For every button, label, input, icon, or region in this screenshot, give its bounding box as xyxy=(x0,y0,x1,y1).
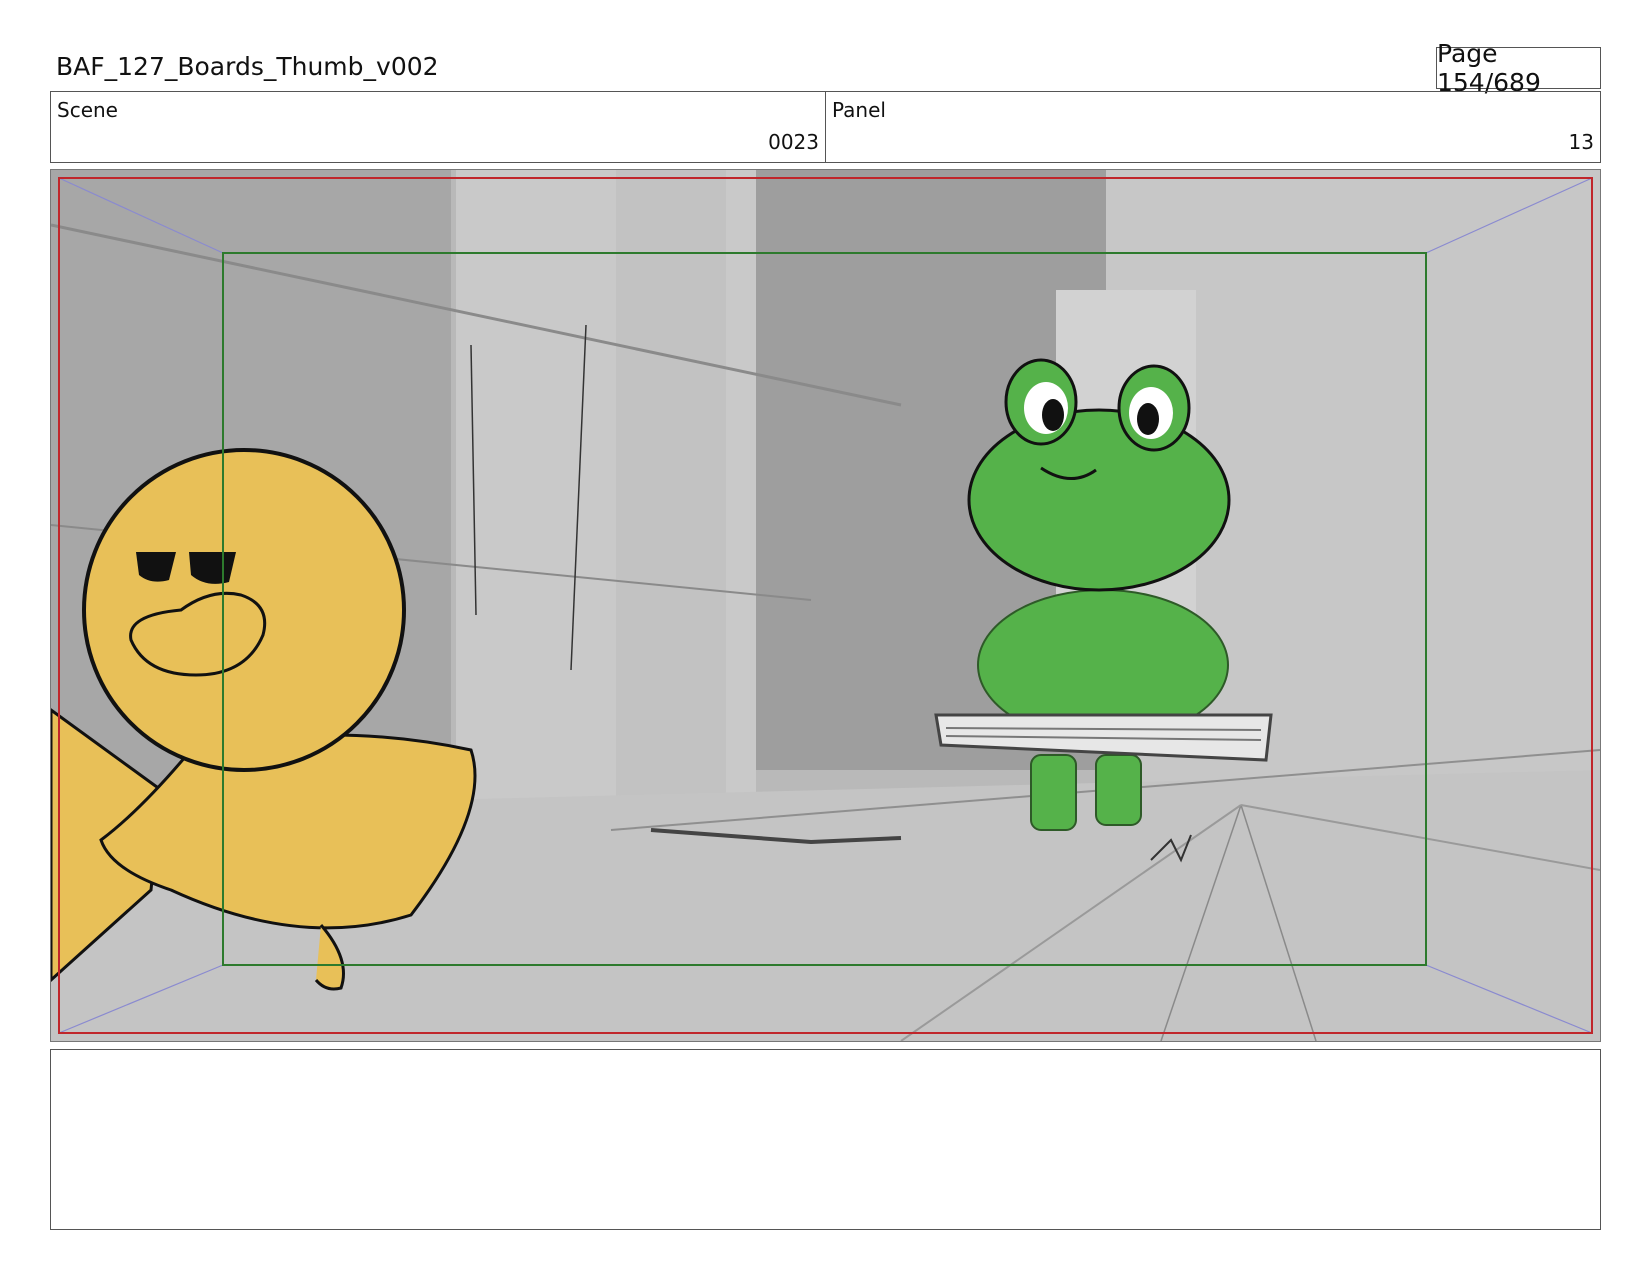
panel-cell: Panel 13 xyxy=(825,92,1600,162)
panel-label: Panel xyxy=(832,98,886,122)
page-counter: Page 154/689 xyxy=(1436,39,1601,97)
notes-box xyxy=(50,1049,1601,1230)
scene-label: Scene xyxy=(57,98,118,122)
document-title: BAF_127_Boards_Thumb_v002 xyxy=(56,52,439,81)
panel-artwork xyxy=(51,170,1600,1041)
pillar-mid xyxy=(616,170,726,810)
scene-value: 0023 xyxy=(768,130,819,154)
scene-cell: Scene 0023 xyxy=(51,92,825,162)
storyboard-panel xyxy=(50,169,1601,1042)
panel-value: 13 xyxy=(1568,130,1594,154)
info-bar: Scene 0023 Panel 13 xyxy=(50,91,1601,163)
